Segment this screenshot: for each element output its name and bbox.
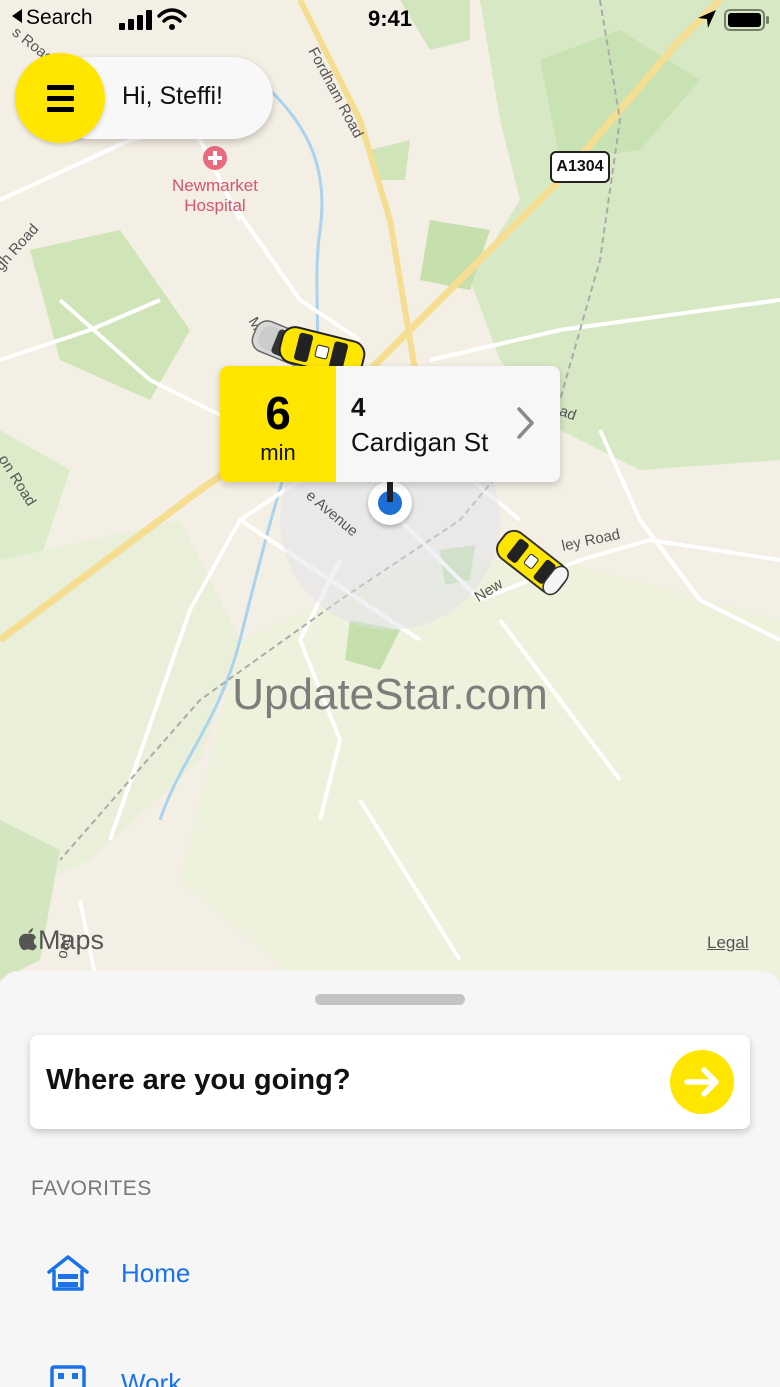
favorite-item-work[interactable]: Work — [0, 1355, 780, 1387]
hamburger-icon — [47, 107, 74, 112]
route-shield: A1304 — [550, 151, 610, 183]
hospital-icon — [203, 146, 227, 170]
bottom-sheet[interactable]: Where are you going? FAVORITES Home Work — [0, 971, 780, 1387]
go-button[interactable] — [670, 1050, 734, 1114]
menu-button[interactable] — [15, 53, 105, 143]
maps-label: Maps — [38, 925, 105, 955]
work-icon — [50, 1365, 86, 1387]
pickup-eta-card[interactable]: 6 min 4 Cardigan St — [220, 366, 560, 482]
sheet-drag-handle[interactable] — [315, 994, 465, 1005]
hamburger-icon — [47, 85, 74, 90]
apple-logo-icon — [19, 928, 37, 951]
taxi-car-icon — [496, 529, 569, 596]
pickup-address-street: Cardigan St — [351, 427, 489, 457]
battery-icon — [724, 9, 769, 31]
hospital-label-line1: Newmarket — [172, 176, 258, 195]
greeting-text: Hi, Steffi! — [122, 82, 223, 110]
favorite-item-home[interactable]: Home — [0, 1245, 780, 1305]
chevron-right-icon — [517, 407, 534, 439]
status-bar: Search 9:41 — [0, 0, 780, 40]
eta-badge: 6 min — [220, 366, 336, 482]
pickup-address-number: 4 — [351, 392, 366, 422]
maps-attribution: Maps — [18, 925, 104, 956]
hospital-label-line2: Hospital — [184, 196, 246, 215]
favorites-heading: FAVORITES — [31, 1177, 152, 1200]
legal-link[interactable]: Legal — [707, 933, 749, 953]
status-time: 9:41 — [367, 6, 413, 31]
hospital-poi[interactable]: Newmarket Hospital — [150, 146, 280, 216]
destination-prompt: Where are you going? — [46, 1064, 351, 1096]
eta-unit: min — [260, 440, 296, 465]
hamburger-icon — [47, 96, 74, 101]
destination-search-box[interactable]: Where are you going? — [30, 1035, 750, 1129]
favorite-label: Home — [121, 1258, 191, 1288]
eta-minutes: 6 — [265, 387, 291, 439]
favorite-label: Work — [121, 1368, 182, 1387]
pickup-pin-stem — [387, 480, 393, 502]
watermark: UpdateStar.com — [232, 670, 548, 719]
arrow-right-icon — [684, 1067, 719, 1097]
home-icon — [47, 1255, 89, 1291]
location-services-icon — [698, 10, 716, 28]
map-view[interactable]: Newmarket Hospital Fordham Road gh Road … — [0, 0, 780, 1000]
